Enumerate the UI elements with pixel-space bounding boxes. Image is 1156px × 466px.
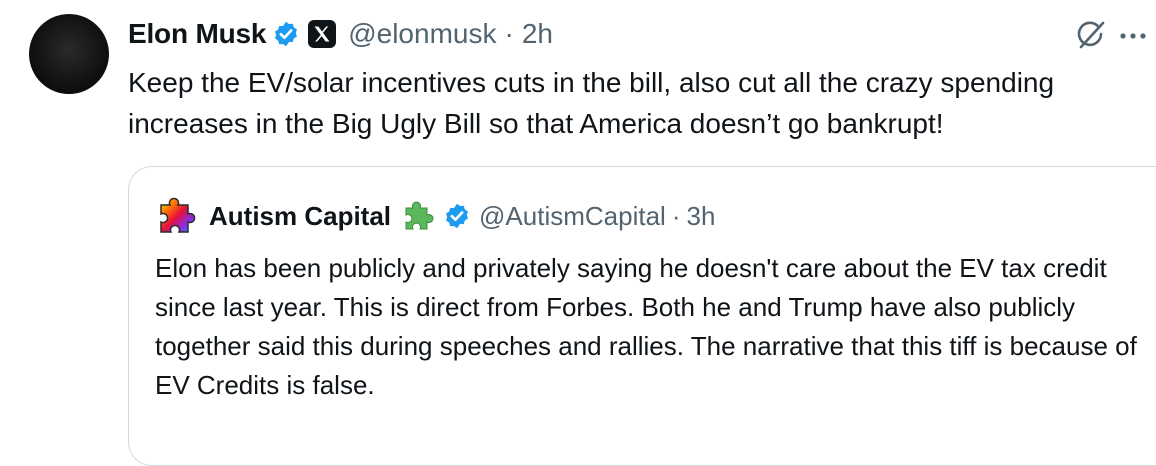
more-icon[interactable] (1118, 22, 1148, 50)
author-avatar[interactable] (29, 14, 109, 94)
verified-badge-icon (272, 20, 300, 48)
previous-tweet-fragment (70, 0, 270, 4)
quote-header: Autism Capital @AutismCapital · 3h (155, 196, 716, 236)
separator: · (504, 18, 514, 49)
quote-author-handle[interactable]: @AutismCapital (479, 201, 666, 232)
verified-badge-icon (443, 202, 471, 230)
quote-author-avatar[interactable] (155, 196, 201, 236)
quote-author-name[interactable]: Autism Capital (209, 201, 391, 232)
quote-text: Elon has been publicly and privately say… (155, 253, 1137, 400)
tweet-header: Elon Musk @elonmusk · 2h (128, 14, 553, 54)
author-handle[interactable]: @elonmusk (348, 18, 496, 50)
quote-timestamp[interactable]: 3h (687, 201, 716, 232)
author-name[interactable]: Elon Musk (128, 18, 266, 50)
separator: · (671, 200, 681, 231)
x-logo-icon (308, 20, 337, 48)
timestamp[interactable]: 2h (522, 18, 553, 50)
puzzle-piece-icon (401, 199, 435, 233)
grok-icon[interactable] (1072, 18, 1108, 54)
tweet-text: Keep the EV/solar incentives cuts in the… (128, 67, 1055, 139)
